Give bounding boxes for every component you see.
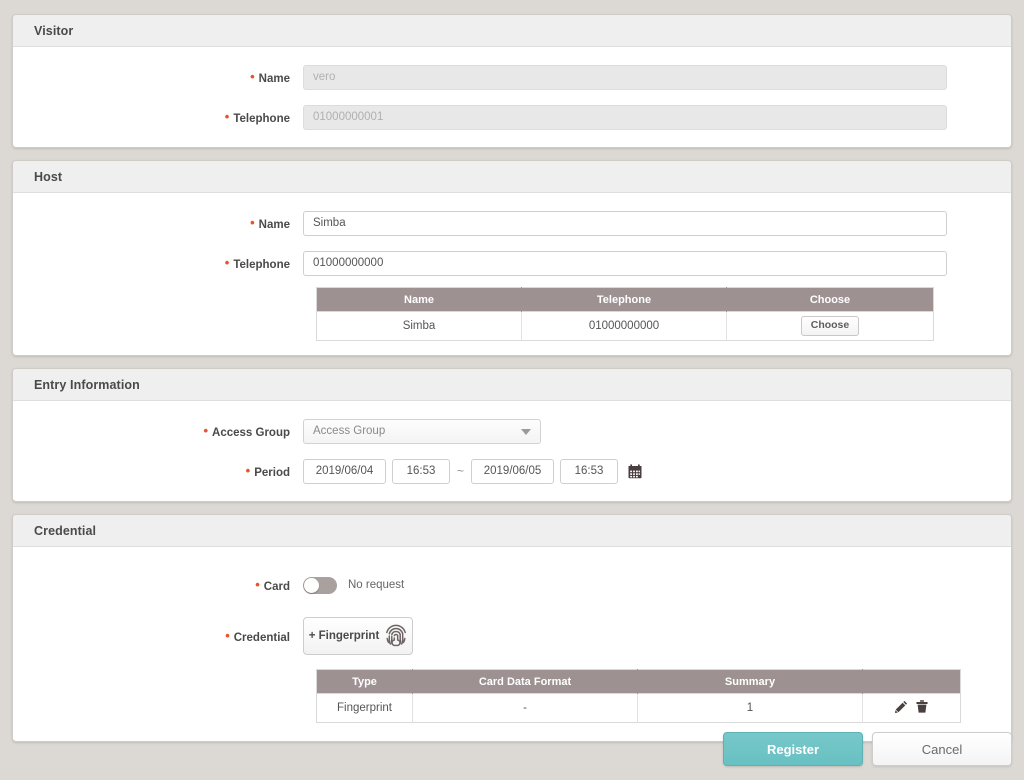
card-field: No request <box>303 576 1011 594</box>
host-name-input[interactable] <box>303 210 947 236</box>
period-start-time-input[interactable]: 16:53 <box>392 458 450 484</box>
credential-col-card-data-format: Card Data Format <box>412 669 638 694</box>
host-name-row: • Name <box>13 207 1011 239</box>
panel-visitor: Visitor •Name •Telephone <box>12 14 1012 148</box>
panel-host-body: •Name •Telephone Na <box>13 193 1011 355</box>
host-name-field <box>303 210 1011 236</box>
period-separator: ~ <box>457 464 465 478</box>
panel-entry-information: Entry Information • Access Group Access G… <box>12 368 1012 502</box>
toggle-knob <box>304 577 319 593</box>
host-telephone-input[interactable] <box>303 250 947 276</box>
credential-cell-actions <box>862 693 961 723</box>
card-row: • Card No request <box>13 569 1011 601</box>
credential-cell-type: Fingerprint <box>316 693 413 723</box>
period-field: 2019/06/04 16:53 ~ 2019/06/05 16:53 <box>303 458 1011 484</box>
visitor-name-field <box>303 64 1011 90</box>
panel-visitor-title: Visitor <box>34 23 74 38</box>
host-telephone-row: • Telephone <box>13 247 1011 279</box>
trash-icon[interactable] <box>916 700 928 716</box>
required-marker-icon: • <box>224 109 230 124</box>
host-table: Name Telephone Choose Simba 01000000000 … <box>316 287 934 341</box>
add-fingerprint-button[interactable]: + Fingerprint <box>303 617 413 655</box>
panel-host-title: Host <box>34 169 63 184</box>
visitor-telephone-label: • Telephone <box>224 109 290 125</box>
period-end-time-input[interactable]: 16:53 <box>560 458 619 484</box>
host-col-name: Name <box>316 287 522 312</box>
required-marker-icon: • <box>203 423 209 438</box>
pencil-icon[interactable] <box>895 700 908 716</box>
required-marker-icon: • <box>255 577 260 592</box>
host-telephone-field <box>303 250 1011 276</box>
host-cell-telephone: 01000000000 <box>521 311 727 341</box>
panel-credential-body: • Card No request • Credential + Fingerpri… <box>13 547 1011 741</box>
credential-cell-card-data-format: - <box>412 693 638 723</box>
card-request-toggle[interactable] <box>303 576 337 594</box>
required-marker-icon: • <box>245 463 251 478</box>
required-marker-icon: • <box>250 69 255 84</box>
visitor-registration-page: Visitor •Name •Telephone <box>0 0 1024 780</box>
register-button[interactable]: Register <box>723 732 863 766</box>
host-cell-name: Simba <box>316 311 522 341</box>
access-group-row: • Access Group Access Group <box>13 415 1011 447</box>
panel-entry-information-body: • Access Group Access Group • Period 2019/… <box>13 401 1011 501</box>
panel-credential: Credential • Card No request • Credential <box>12 514 1012 742</box>
host-telephone-label: • Telephone <box>224 255 290 271</box>
visitor-telephone-field <box>303 104 1011 130</box>
panel-visitor-header: Visitor <box>13 15 1011 47</box>
credential-col-actions <box>862 669 961 694</box>
fingerprint-icon <box>385 623 407 650</box>
cancel-button[interactable]: Cancel <box>872 732 1012 766</box>
panel-credential-header: Credential <box>13 515 1011 547</box>
visitor-name-input <box>303 64 947 90</box>
access-group-select-value: Access Group <box>313 425 386 437</box>
visitor-name-label: • Name <box>250 69 290 85</box>
host-col-telephone: Telephone <box>521 287 727 312</box>
access-group-label: • Access Group <box>203 423 290 439</box>
credential-label: • Credential <box>225 628 290 644</box>
visitor-telephone-input <box>303 104 947 130</box>
credential-table: Type Card Data Format Summary Fingerprin… <box>316 669 961 723</box>
host-cell-choose: Choose <box>726 311 934 341</box>
choose-button[interactable]: Choose <box>800 316 860 336</box>
card-label: • Card <box>255 577 290 593</box>
host-table-header-row: Name Telephone Choose <box>316 287 934 312</box>
panel-host: Host •Name •Telephone <box>12 160 1012 356</box>
credential-cell-summary: 1 <box>637 693 863 723</box>
period-row: • Period 2019/06/04 16:53 ~ 2019/06/05 16… <box>13 455 1011 487</box>
access-group-select[interactable]: Access Group <box>303 418 541 444</box>
add-fingerprint-button-label: + Fingerprint <box>308 630 380 642</box>
card-toggle-text: No request <box>348 579 405 591</box>
period-label: • Period <box>245 463 290 479</box>
calendar-icon[interactable] <box>628 463 642 479</box>
required-marker-icon: • <box>250 215 255 230</box>
footer-actions: Register Cancel <box>723 732 1012 766</box>
required-marker-icon: • <box>225 628 230 643</box>
required-marker-icon: • <box>224 255 230 270</box>
panel-visitor-body: •Name •Telephone <box>13 47 1011 147</box>
credential-table-wrap: Type Card Data Format Summary Fingerprin… <box>303 669 1011 723</box>
host-name-label: • Name <box>250 215 290 231</box>
period-start-date-input[interactable]: 2019/06/04 <box>303 458 386 484</box>
credential-row: • Credential + Fingerprint <box>13 617 1011 655</box>
access-group-field: Access Group <box>303 418 1011 444</box>
credential-table-header-row: Type Card Data Format Summary <box>316 669 961 694</box>
panel-entry-information-header: Entry Information <box>13 369 1011 401</box>
period-end-date-input[interactable]: 2019/06/05 <box>471 458 555 484</box>
host-col-choose: Choose <box>726 287 934 312</box>
credential-field: + Fingerprint <box>303 617 1011 655</box>
visitor-telephone-row: • Telephone <box>13 101 1011 133</box>
chevron-down-icon <box>521 429 531 435</box>
table-row: Fingerprint - 1 <box>316 693 961 723</box>
table-row[interactable]: Simba 01000000000 Choose <box>316 311 934 341</box>
host-table-wrap: Name Telephone Choose Simba 01000000000 … <box>303 287 1011 341</box>
panel-host-header: Host <box>13 161 1011 193</box>
visitor-name-row: • Name <box>13 61 1011 93</box>
panel-entry-information-title: Entry Information <box>34 377 140 392</box>
panel-credential-title: Credential <box>34 523 97 538</box>
credential-col-type: Type <box>316 669 413 694</box>
credential-col-summary: Summary <box>637 669 863 694</box>
